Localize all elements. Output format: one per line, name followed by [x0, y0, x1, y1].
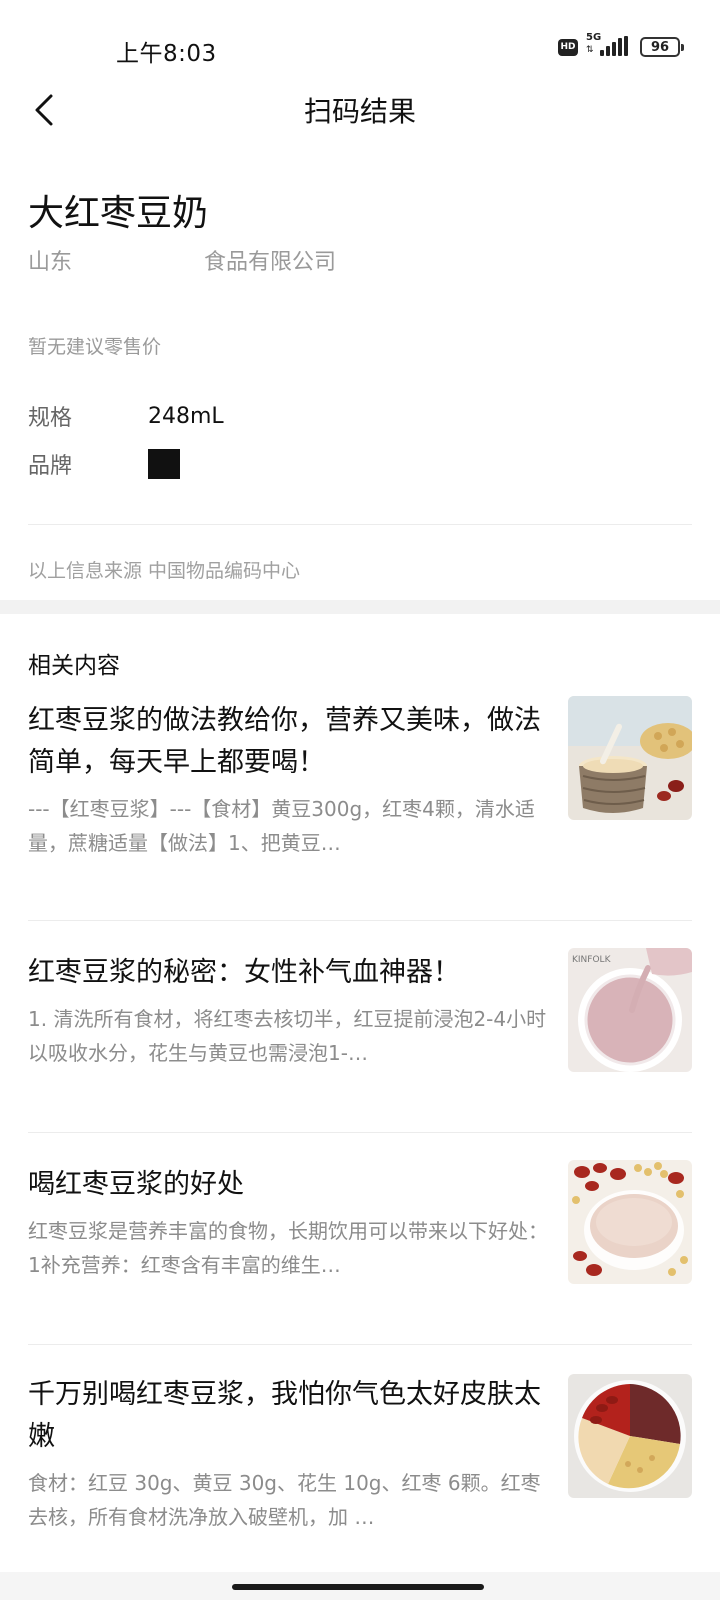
article-desc: 1. 清洗所有食材，将红枣去核切半，红豆提前浸泡2-4小时以吸收水分，花生与黄豆…: [28, 1007, 547, 1065]
related-section-title: 相关内容: [28, 653, 120, 679]
company-name: 山东 食品有限公司: [28, 250, 337, 275]
source-note: 以上信息来源 中国物品编码中心: [28, 560, 301, 582]
brand-logo-redacted: [148, 449, 180, 479]
spec-row: 规格 248mL: [28, 400, 224, 432]
article-item[interactable]: 红枣豆浆的秘密：女性补气血神器！ 1. 清洗所有食材，将红枣去核切半，红豆提前浸…: [28, 948, 692, 1072]
spec-label: 规格: [28, 406, 73, 431]
network-type-label: 5G: [586, 32, 602, 43]
article-item[interactable]: 红枣豆浆的做法教给你，营养又美味，做法简单，每天早上都要喝！ ---【红枣豆浆】…: [28, 696, 692, 860]
home-indicator[interactable]: [232, 1584, 484, 1590]
section-separator: [0, 600, 720, 614]
article-thumbnail-image: [568, 1160, 692, 1284]
product-name: 大红枣豆奶: [28, 193, 209, 234]
page-title: 扫码结果: [303, 95, 416, 128]
battery-level: 96: [650, 39, 670, 55]
svg-text:KINFOLK: KINFOLK: [572, 955, 612, 965]
article-text: 千万别喝红枣豆浆，我怕你气色太好皮肤太嫩 食材：红豆 30g、黄豆 30g、花生…: [28, 1374, 548, 1534]
brand-row: 品牌: [28, 448, 180, 480]
product-header: 大红枣豆奶 山东 食品有限公司: [28, 190, 692, 278]
article-text: 红枣豆浆的秘密：女性补气血神器！ 1. 清洗所有食材，将红枣去核切半，红豆提前浸…: [28, 952, 548, 1070]
battery-icon: 96: [640, 37, 684, 57]
article-item[interactable]: 喝红枣豆浆的好处 红枣豆浆是营养丰富的食物，长期饮用可以带来以下好处：1补充营养…: [28, 1160, 692, 1284]
article-thumbnail-image: [568, 696, 692, 820]
spec-value: 248mL: [148, 403, 224, 429]
article-title: 红枣豆浆的秘密：女性补气血神器！: [28, 957, 460, 988]
article-title: 千万别喝红枣豆浆，我怕你气色太好皮肤太嫩: [28, 1379, 541, 1452]
article-desc: ---【红枣豆浆】---【食材】黄豆300g，红枣4颗，清水适量，蔗糖适量【做法…: [28, 797, 535, 855]
cellular-signal-icon: 5G ⇅: [586, 32, 632, 58]
data-arrows-icon: ⇅: [586, 45, 594, 55]
article-title: 喝红枣豆浆的好处: [28, 1169, 244, 1200]
divider: [28, 524, 692, 525]
article-desc: 食材：红豆 30g、黄豆 30g、花生 10g、红枣 6颗。红枣去核，所有食材洗…: [28, 1471, 541, 1529]
scan-result-screen: 上午8:03 HD 5G ⇅ 96 扫码结果 大红枣豆奶 山东 食品有限公司 暂…: [0, 0, 720, 1600]
article-text: 喝红枣豆浆的好处 红枣豆浆是营养丰富的食物，长期饮用可以带来以下好处：1补充营养…: [28, 1164, 548, 1282]
article-thumbnail-image: KINFOLK: [568, 948, 692, 1072]
article-title: 红枣豆浆的做法教给你，营养又美味，做法简单，每天早上都要喝！: [28, 705, 541, 778]
article-desc: 红枣豆浆是营养丰富的食物，长期饮用可以带来以下好处：1补充营养：红枣含有丰富的维…: [28, 1219, 548, 1277]
price-note: 暂无建议零售价: [28, 336, 162, 358]
status-time: 上午8:03: [116, 41, 217, 67]
divider: [28, 1132, 692, 1133]
navigation-bar: 扫码结果: [0, 74, 720, 146]
article-thumbnail-image: [568, 1374, 692, 1498]
article-text: 红枣豆浆的做法教给你，营养又美味，做法简单，每天早上都要喝！ ---【红枣豆浆】…: [28, 700, 548, 860]
article-item[interactable]: 千万别喝红枣豆浆，我怕你气色太好皮肤太嫩 食材：红豆 30g、黄豆 30g、花生…: [28, 1374, 692, 1534]
brand-label: 品牌: [28, 454, 73, 479]
status-icons: HD 5G ⇅ 96: [558, 32, 684, 58]
divider: [28, 920, 692, 921]
divider: [28, 1344, 692, 1345]
hd-icon: HD: [558, 38, 578, 56]
